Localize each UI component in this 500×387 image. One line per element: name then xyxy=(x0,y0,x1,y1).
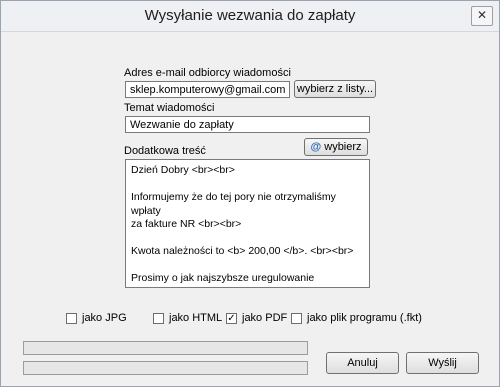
send-label: Wyślij xyxy=(428,357,457,369)
cancel-button[interactable]: Anuluj xyxy=(326,352,399,374)
choose-from-list-button[interactable]: wybierz z listy... xyxy=(294,80,376,98)
message-body-line: Kwota należności to <b> 200,00 </b>. <br… xyxy=(131,245,354,257)
message-body-line: Informujemy że do tej pory nie otrzymali… xyxy=(131,191,336,217)
cancel-label: Anuluj xyxy=(347,357,378,369)
message-body-line xyxy=(131,259,364,273)
message-body-line xyxy=(131,178,364,192)
progress-bar-primary xyxy=(23,341,308,355)
program-file-option-label: jako plik programu (.fkt) xyxy=(307,312,422,324)
choose-from-list-label: wybierz z listy... xyxy=(296,83,374,95)
program-file-checkbox[interactable] xyxy=(291,313,302,324)
jpg-checkbox[interactable] xyxy=(66,313,77,324)
choose-template-label: wybierz xyxy=(324,141,362,153)
close-button[interactable]: ✕ xyxy=(471,6,493,26)
pdf-option-label: jako PDF xyxy=(242,312,288,324)
title-bar: Wysyłanie wezwania do zapłaty ✕ xyxy=(1,1,499,32)
checkmark-icon: ✓ xyxy=(227,313,236,324)
message-body-textarea[interactable]: Dzień Dobry <br><br> Informujemy że do t… xyxy=(125,159,370,288)
message-body-line xyxy=(131,232,364,246)
choose-template-button[interactable]: @ wybierz xyxy=(304,138,368,156)
send-button[interactable]: Wyślij xyxy=(406,352,479,374)
subject-field[interactable]: Wezwanie do zapłaty xyxy=(125,116,370,133)
subject-label: Temat wiadomości xyxy=(124,102,215,114)
message-body-line: za fakture NR <br><br> xyxy=(131,218,242,230)
email-field[interactable]: sklep.komputerowy@gmail.com xyxy=(125,81,290,98)
html-option-label: jako HTML xyxy=(169,312,223,324)
close-icon: ✕ xyxy=(476,8,488,22)
progress-bar-secondary xyxy=(23,361,308,375)
jpg-option-label: jako JPG xyxy=(82,312,127,324)
body-label: Dodatkowa treść xyxy=(124,145,206,157)
html-checkbox[interactable] xyxy=(153,313,164,324)
at-sign-icon: @ xyxy=(310,141,322,153)
message-body-line: Dzień Dobry <br><br> xyxy=(131,164,235,176)
window-title: Wysyłanie wezwania do zapłaty xyxy=(144,7,356,24)
dialog-window: Wysyłanie wezwania do zapłaty ✕ Adres e-… xyxy=(0,0,500,387)
message-body-line: Prosimy o jak najszybsze uregulowanie na… xyxy=(131,272,315,287)
pdf-checkbox[interactable]: ✓ xyxy=(226,313,237,324)
email-label: Adres e-mail odbiorcy wiadomości xyxy=(124,67,291,79)
